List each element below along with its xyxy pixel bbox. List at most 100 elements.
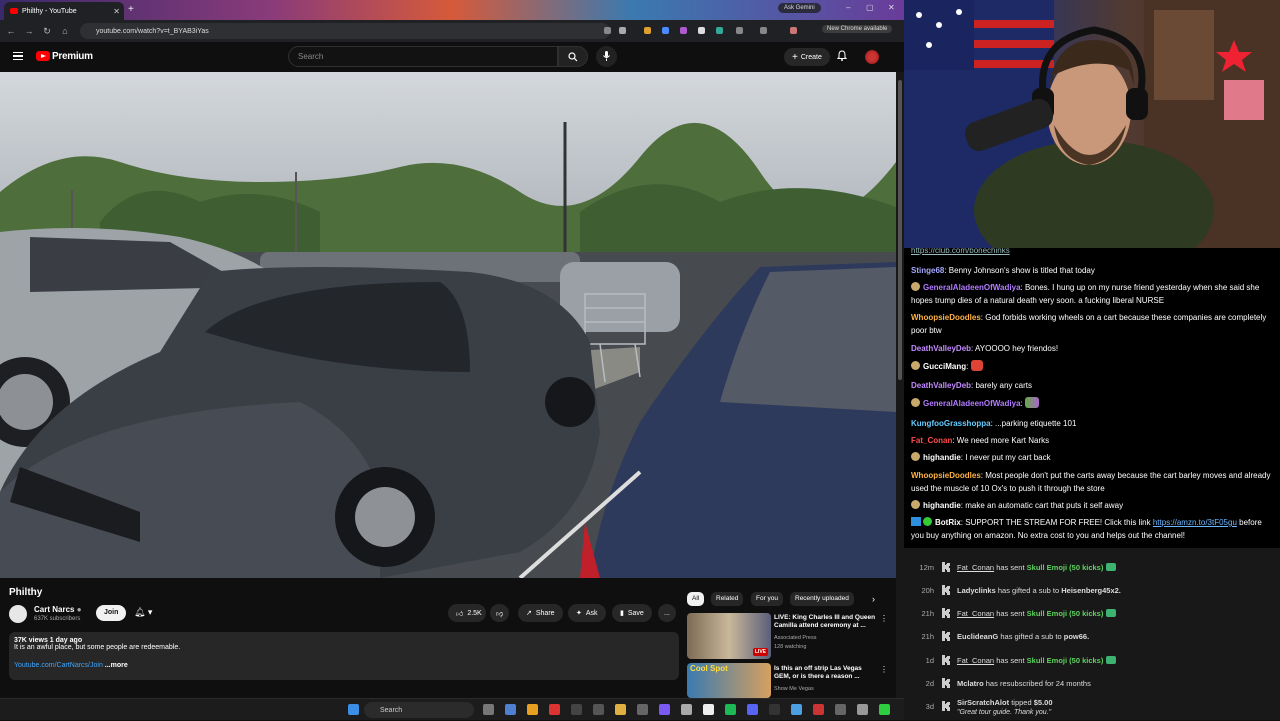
task-view-icon[interactable] xyxy=(483,704,494,715)
subscription-bell-icon[interactable]: 🔔︎ ▾ xyxy=(134,607,152,618)
chat-username[interactable]: DeathValleyDeb xyxy=(911,381,971,390)
chat-username[interactable]: BotRix xyxy=(935,518,961,527)
extension-icon[interactable] xyxy=(644,27,651,34)
kebab-menu-icon[interactable]: ⋮ xyxy=(880,665,888,674)
chat-username[interactable]: GucciMang xyxy=(923,362,966,371)
chat-username[interactable]: WhoopsieDoodles xyxy=(911,313,981,322)
maximize-button[interactable]: ▢ xyxy=(866,3,874,12)
taskbar-search[interactable]: Search xyxy=(364,702,474,718)
create-button[interactable]: + Create xyxy=(784,48,830,66)
extension-icon[interactable] xyxy=(716,27,723,34)
chat-username[interactable]: KungfooGrasshoppa xyxy=(911,419,991,428)
chat-username[interactable]: highandie xyxy=(923,501,961,510)
event-username[interactable]: Mclatro xyxy=(957,679,984,688)
related-title[interactable]: LIVE: King Charles III and Queen Camilla… xyxy=(774,614,880,630)
app-icon[interactable] xyxy=(659,704,670,715)
ask-gemini-button[interactable]: Ask Gemini xyxy=(778,3,821,13)
app-icon[interactable] xyxy=(835,704,846,715)
description-link[interactable]: Youtube.com/CartNarcs/Join xyxy=(14,662,103,669)
app-icon[interactable] xyxy=(813,704,824,715)
profile-icon[interactable] xyxy=(790,27,797,34)
event-username[interactable]: EuclideanG xyxy=(957,632,998,641)
chat-username[interactable]: Fat_Conan xyxy=(911,436,952,445)
cast-icon[interactable] xyxy=(604,27,611,34)
save-button[interactable]: ▮ Save xyxy=(612,604,652,622)
app-icon[interactable] xyxy=(769,704,780,715)
chrome-update-badge[interactable]: New Chrome available xyxy=(822,25,893,33)
show-more-link[interactable]: ...more xyxy=(105,662,128,669)
chevron-right-icon[interactable]: › xyxy=(872,594,875,604)
join-button[interactable]: Join xyxy=(96,605,127,621)
close-window-button[interactable]: ✕ xyxy=(888,3,895,12)
extension-icon[interactable] xyxy=(698,27,705,34)
address-bar[interactable]: youtube.com/watch?v=t_BYAB3iYas xyxy=(80,23,610,39)
app-icon[interactable] xyxy=(549,704,560,715)
extension-icon[interactable] xyxy=(662,27,669,34)
chat-username[interactable]: Stinge68 xyxy=(911,266,944,275)
windows-start-icon[interactable] xyxy=(348,704,359,715)
event-username[interactable]: Fat_Conan xyxy=(957,609,994,618)
app-icon[interactable] xyxy=(703,704,714,715)
event-username[interactable]: Fat_Conan xyxy=(957,656,994,665)
close-tab-icon[interactable]: ✕ xyxy=(113,7,120,16)
related-thumbnail[interactable]: Cool Spot xyxy=(687,663,771,698)
channel-name[interactable]: Cart Narcs ● xyxy=(34,605,82,614)
related-title[interactable]: Is this an off strip Las Vegas GEM, or i… xyxy=(774,665,880,681)
notifications-bell-icon[interactable] xyxy=(836,50,848,64)
app-icon[interactable] xyxy=(791,704,802,715)
video-player[interactable] xyxy=(0,72,896,578)
related-thumbnail[interactable]: LIVE xyxy=(687,613,771,659)
chip-all[interactable]: All xyxy=(687,592,705,606)
forward-icon[interactable]: → xyxy=(22,26,36,36)
app-icon[interactable] xyxy=(571,704,582,715)
home-icon[interactable]: ⌂ xyxy=(58,26,72,36)
spotify-icon[interactable] xyxy=(725,704,736,715)
description-box[interactable]: 37K views 1 day ago It is an awful place… xyxy=(9,632,679,680)
menu-icon[interactable] xyxy=(13,52,23,60)
browser-tab[interactable]: Philthy - YouTube ✕ xyxy=(4,2,124,20)
extension-icon[interactable] xyxy=(680,27,687,34)
app-icon[interactable] xyxy=(857,704,868,715)
chrome-icon[interactable] xyxy=(527,704,538,715)
side-panel-icon[interactable] xyxy=(760,27,767,34)
chip-for-you[interactable]: For you xyxy=(751,592,784,606)
chat-username[interactable]: GeneralAladeenOfWadiya xyxy=(923,399,1021,408)
scrollbar-thumb[interactable] xyxy=(898,80,902,380)
chip-related[interactable]: Related xyxy=(711,592,744,606)
event-target[interactable]: pow66. xyxy=(1064,632,1089,641)
chat-username[interactable]: WhoopsieDoodles xyxy=(911,471,981,480)
new-tab-button[interactable]: + xyxy=(128,4,134,15)
chat-username[interactable]: GeneralAladeenOfWadiya xyxy=(923,283,1021,292)
chip-recently-uploaded[interactable]: Recently uploaded xyxy=(790,592,854,606)
minimize-button[interactable]: – xyxy=(846,3,850,12)
like-button[interactable]: 👍︎ 2.5K xyxy=(448,604,486,622)
voice-search-button[interactable] xyxy=(596,46,617,67)
bookmark-star-icon[interactable] xyxy=(619,27,626,34)
kebab-menu-icon[interactable]: ⋮ xyxy=(880,614,888,623)
reload-icon[interactable]: ↻ xyxy=(40,26,54,37)
youtube-premium-logo[interactable]: Premium xyxy=(52,51,93,62)
app-icon[interactable] xyxy=(637,704,648,715)
app-icon[interactable] xyxy=(879,704,890,715)
app-icon[interactable] xyxy=(593,704,604,715)
channel-avatar[interactable] xyxy=(9,605,27,623)
dislike-button[interactable]: 👎︎ xyxy=(490,604,510,622)
app-icon[interactable] xyxy=(505,704,516,715)
event-username[interactable]: Fat_Conan xyxy=(957,563,994,572)
event-username[interactable]: SirScratchAlot xyxy=(957,698,1009,707)
chat-link[interactable]: https://amzn.to/3tF05gu xyxy=(1153,518,1237,527)
back-icon[interactable]: ← xyxy=(4,26,18,36)
ask-button[interactable]: ✦ Ask xyxy=(568,604,606,622)
more-actions-button[interactable]: ... xyxy=(658,604,676,622)
share-button[interactable]: ↗ Share xyxy=(518,604,563,622)
app-icon[interactable] xyxy=(747,704,758,715)
search-input[interactable]: Search xyxy=(288,46,558,67)
extensions-puzzle-icon[interactable] xyxy=(736,27,743,34)
app-icon[interactable] xyxy=(681,704,692,715)
youtube-logo-icon[interactable] xyxy=(36,51,50,61)
event-username[interactable]: Ladyclinks xyxy=(957,586,996,595)
chat-username[interactable]: DeathValleyDeb xyxy=(911,344,971,353)
chat-link[interactable]: https://club.com/bonechinks xyxy=(911,248,1273,257)
file-explorer-icon[interactable] xyxy=(615,704,626,715)
account-avatar[interactable] xyxy=(865,50,879,64)
